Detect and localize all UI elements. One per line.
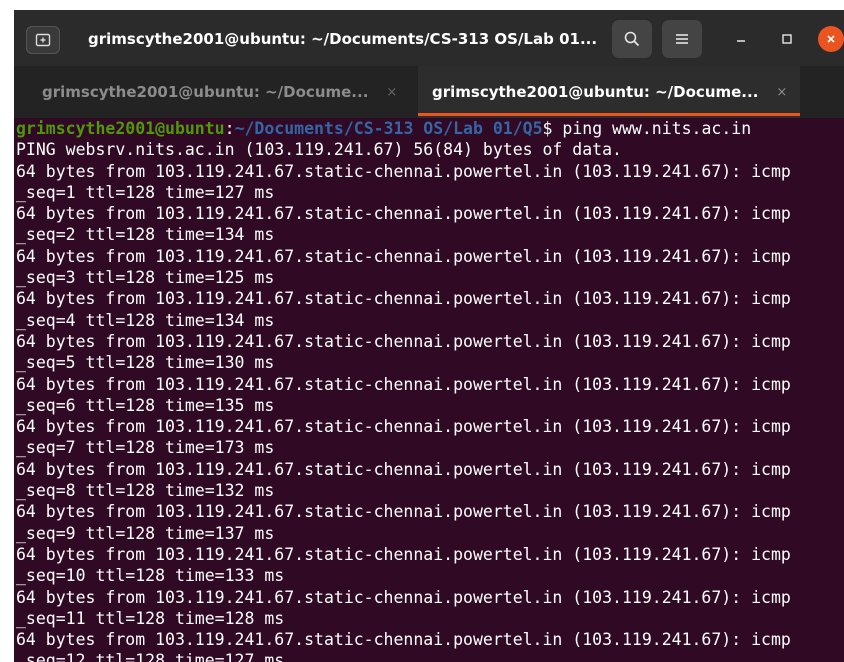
tab-label: grimscythe2001@ubuntu: ~/Docume... — [42, 83, 369, 101]
output-line: 64 bytes from 103.119.241.67.static-chen… — [16, 204, 791, 224]
minimize-icon — [737, 40, 745, 42]
tab-close-icon[interactable]: × — [386, 85, 397, 100]
output-line: _seq=6 ttl=128 time=135 ms — [16, 395, 275, 415]
hamburger-menu-icon — [676, 34, 688, 44]
output-line: 64 bytes from 103.119.241.67.static-chen… — [16, 630, 791, 650]
output-line: 64 bytes from 103.119.241.67.static-chen… — [16, 246, 791, 266]
active-tab-indicator — [418, 113, 800, 116]
output-line: 64 bytes from 103.119.241.67.static-chen… — [16, 289, 791, 309]
output-line: 64 bytes from 103.119.241.67.static-chen… — [16, 544, 791, 564]
prompt-line: grimscythe2001@ubuntu:~/Documents/CS-313… — [16, 118, 844, 139]
output-line: _seq=2 ttl=128 time=134 ms — [16, 225, 275, 245]
output-line: _seq=3 ttl=128 time=125 ms — [16, 268, 275, 288]
close-icon — [827, 35, 835, 43]
maximize-icon — [782, 34, 792, 44]
minimize-button[interactable] — [728, 26, 754, 52]
output-line: _seq=1 ttl=128 time=127 ms — [16, 182, 275, 202]
terminal-window: grimscythe2001@ubuntu: ~/Documents/CS-31… — [14, 10, 844, 662]
new-tab-button[interactable] — [26, 26, 60, 54]
prompt-user-host: grimscythe2001@ubuntu — [16, 119, 225, 138]
output-line: PING websrv.nits.ac.in (103.119.241.67) … — [16, 140, 622, 160]
output-line: _seq=5 ttl=128 time=130 ms — [16, 353, 275, 373]
output-line: _seq=7 ttl=128 time=173 ms — [16, 438, 275, 458]
output-line: _seq=10 ttl=128 time=133 ms — [16, 566, 285, 586]
maximize-button[interactable] — [774, 26, 800, 52]
window-title: grimscythe2001@ubuntu: ~/Documents/CS-31… — [88, 30, 598, 48]
output-line: _seq=11 ttl=128 time=128 ms — [16, 608, 285, 628]
output-line: _seq=4 ttl=128 time=134 ms — [16, 310, 275, 330]
new-tab-icon — [35, 33, 51, 47]
tab-label: grimscythe2001@ubuntu: ~/Docume... — [432, 83, 759, 101]
prompt-dollar: $ — [542, 119, 553, 138]
tab-close-icon[interactable]: × — [776, 85, 787, 100]
output-line: 64 bytes from 103.119.241.67.static-chen… — [16, 502, 791, 522]
tab-terminal-2[interactable]: grimscythe2001@ubuntu: ~/Docume... × — [418, 66, 800, 118]
output-line: 64 bytes from 103.119.241.67.static-chen… — [16, 417, 791, 437]
output-line: 64 bytes from 103.119.241.67.static-chen… — [16, 331, 791, 351]
menu-button[interactable] — [662, 20, 702, 58]
output-line: 64 bytes from 103.119.241.67.static-chen… — [16, 587, 791, 607]
search-button[interactable] — [612, 20, 652, 58]
output-line: 64 bytes from 103.119.241.67.static-chen… — [16, 459, 791, 479]
prompt-colon: : — [224, 119, 235, 138]
terminal-output[interactable]: grimscythe2001@ubuntu:~/Documents/CS-313… — [14, 118, 844, 662]
header-bar: grimscythe2001@ubuntu: ~/Documents/CS-31… — [14, 10, 844, 66]
output-line: _seq=9 ttl=128 time=137 ms — [16, 523, 275, 543]
close-button[interactable] — [818, 26, 844, 52]
tab-terminal-1[interactable]: grimscythe2001@ubuntu: ~/Docume... × — [14, 66, 412, 118]
output-line: 64 bytes from 103.119.241.67.static-chen… — [16, 161, 791, 181]
output-line: _seq=12 ttl=128 time=127 ms — [16, 651, 285, 662]
prompt-path: ~/Documents/CS-313 OS/Lab 01/Q5 — [234, 119, 543, 138]
output-line: _seq=8 ttl=128 time=132 ms — [16, 481, 275, 501]
search-icon — [624, 31, 640, 47]
prompt-command: ping www.nits.ac.in — [552, 119, 752, 138]
tab-bar: grimscythe2001@ubuntu: ~/Docume... × gri… — [14, 66, 844, 152]
output-line: 64 bytes from 103.119.241.67.static-chen… — [16, 374, 791, 394]
